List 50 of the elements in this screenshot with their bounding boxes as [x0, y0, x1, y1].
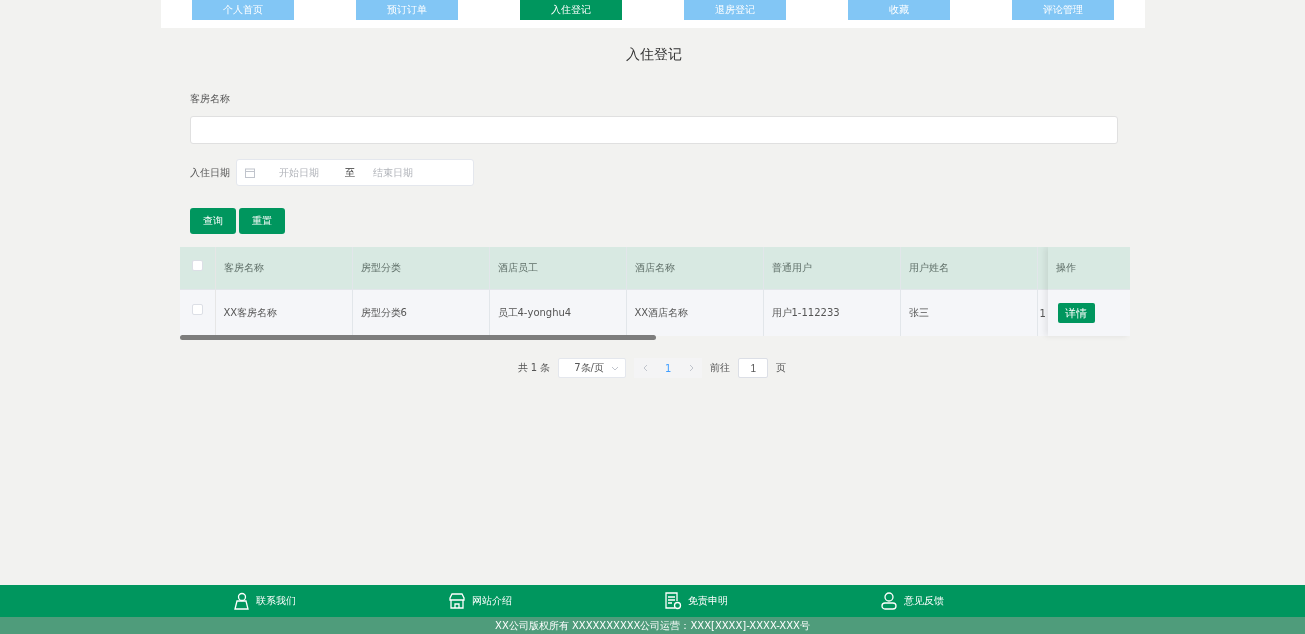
start-date-placeholder: 开始日期 — [278, 165, 320, 180]
select-all-checkbox[interactable] — [191, 260, 203, 271]
column-header: 操作 — [1055, 261, 1076, 275]
table-cell: XX酒店名称 — [634, 306, 689, 320]
page-title: 入住登记 — [624, 46, 683, 64]
column-header: 普通用户 — [771, 261, 812, 275]
goto-page-field[interactable]: 1 — [738, 358, 769, 378]
prev-page-button[interactable] — [634, 358, 657, 378]
search-button[interactable]: 查询 — [189, 208, 236, 234]
page-size-select[interactable]: 7条/页 — [558, 358, 627, 378]
detail-button[interactable]: 详情 — [1057, 303, 1095, 323]
column-header: 酒店名称 — [634, 261, 675, 275]
chevron-right-icon — [688, 364, 694, 372]
nav-tab[interactable]: 入住登记 — [519, 0, 622, 20]
field-label: 客房名称 — [189, 92, 231, 106]
footer-link[interactable]: 免责申明 — [688, 594, 728, 608]
room-name-field[interactable] — [189, 116, 1118, 144]
shop-icon — [448, 592, 466, 610]
table-cell: 1 — [1039, 307, 1046, 319]
range-separator: 至 — [344, 165, 355, 180]
column-header: 客房名称 — [223, 261, 264, 275]
table-cell: 员工4-yonghu4 — [497, 306, 572, 320]
footer-link[interactable]: 联系我们 — [256, 594, 296, 608]
footer-link[interactable]: 意见反馈 — [904, 594, 944, 608]
chevron-down-icon — [611, 365, 620, 371]
column-header: 用户姓名 — [908, 261, 949, 275]
table-cell: 房型分类6 — [360, 306, 407, 320]
calendar-icon — [244, 167, 255, 178]
footer-link[interactable]: 网站介绍 — [472, 594, 512, 608]
column-header: 酒店员工 — [497, 261, 538, 275]
goto-label: 前往 — [710, 361, 731, 375]
date-range-field[interactable]: 开始日期 至 结束日期 — [235, 159, 474, 186]
total-count: 共 1 条 — [517, 361, 551, 375]
page-suffix: 页 — [776, 361, 787, 375]
copyright-text: XX公司版权所有 XXXXXXXXXX公司运营：XXX[XXXX]-XXXX-XXX号 — [495, 619, 810, 632]
row-checkbox[interactable] — [191, 304, 203, 315]
reset-button[interactable]: 重置 — [238, 208, 285, 234]
table-cell: 用户1-112233 — [771, 306, 840, 320]
document-icon — [664, 592, 682, 610]
user-icon — [880, 592, 898, 610]
table-cell: XX客房名称 — [223, 306, 278, 320]
page-number[interactable]: 1 — [656, 358, 681, 378]
scrollbar[interactable] — [179, 335, 656, 340]
end-date-placeholder: 结束日期 — [372, 165, 414, 180]
column-header: 房型分类 — [360, 261, 401, 275]
next-page-button[interactable] — [680, 358, 703, 378]
field-label: 入住日期 — [189, 165, 230, 180]
chevron-left-icon — [642, 364, 648, 372]
table-cell: 张三 — [908, 306, 929, 320]
person-icon — [232, 592, 250, 610]
